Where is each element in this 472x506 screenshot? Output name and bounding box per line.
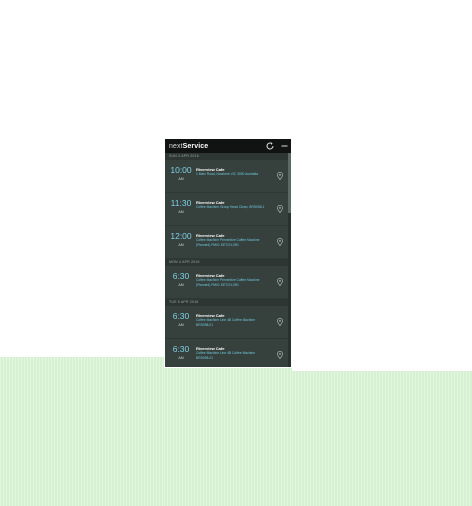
map-pin-icon[interactable] (277, 318, 283, 326)
appointment-ampm: AM (178, 243, 184, 247)
appointment-ampm: AM (178, 356, 184, 360)
appointment-time: 11:30 (170, 198, 192, 208)
schedule-row[interactable]: 11:30 AM Riverview Cafe Coffee Machine Grou… (165, 193, 291, 226)
job-details: Coffee Machine Preventive Coffee Machine… (196, 238, 260, 247)
scrollbar-thumb[interactable] (288, 153, 291, 213)
brand-bold-text: Service (182, 142, 209, 150)
appointment-time: 6:30 (172, 311, 190, 321)
map-pin-icon[interactable] (277, 238, 283, 246)
background-region-left (0, 357, 164, 506)
date-header: SUN 3 APR 2016 (165, 153, 291, 160)
appointment-ampm: AM (178, 323, 184, 327)
job-details: Coffee Machine Line 4B Coffee Machine BR… (196, 351, 256, 360)
job-details: Coffee Machine Group Head Clean, BRS098-… (196, 205, 265, 209)
date-header: MON 4 APR 2016 (165, 259, 291, 266)
schedule-row[interactable]: 12:00 AM Riverview Cafe Coffee Machine Prev… (165, 226, 291, 259)
app-bar-actions (265, 141, 288, 151)
job-details: Coffee Machine Line 4B Coffee Machine BR… (196, 318, 256, 327)
appointment-time: 6:30 (172, 271, 190, 281)
brand-light-text: next (169, 142, 183, 150)
app-brand: nextService (169, 143, 208, 150)
map-pin-icon[interactable] (277, 172, 283, 180)
job-details: Coffee Machine Preventive Coffee Machine… (196, 278, 260, 287)
appointment-ampm: AM (178, 283, 184, 287)
appointment-time: 6:30 (172, 344, 190, 354)
date-header: TUE 5 APR 2016 (165, 299, 291, 306)
schedule-row[interactable]: 6:30 AM Riverview Cafe Coffee Machine Line … (165, 339, 291, 367)
map-pin-icon[interactable] (277, 205, 283, 213)
appointment-time: 12:00 (170, 231, 192, 241)
appointment-ampm: AM (178, 177, 184, 181)
schedule-row[interactable]: 6:30 AM Riverview Cafe Coffee Machine Line … (165, 306, 291, 339)
schedule-row[interactable]: 6:30 AM Riverview Cafe Coffee Machine Preve… (165, 266, 291, 299)
map-pin-icon[interactable] (277, 351, 283, 359)
phone-screen: nextService SUN 3 APR 2016 10:00 AM Rivervi… (165, 139, 291, 367)
background-region-middle (164, 368, 292, 506)
vertical-menu-icon[interactable] (281, 141, 288, 151)
refresh-icon[interactable] (265, 141, 275, 151)
app-bar: nextService (165, 139, 291, 153)
appointment-ampm: AM (178, 210, 184, 214)
schedule-list: SUN 3 APR 2016 10:00 AM Riverview Cafe 1 Mai… (165, 153, 291, 367)
background-region-right (292, 371, 472, 506)
appointment-time: 10:00 (170, 165, 192, 175)
schedule-row[interactable]: 10:00 AM Riverview Cafe 1 Main Road, Nowher… (165, 160, 291, 193)
job-details: 1 Main Road, Nowhere VIC 3000 Australia (196, 172, 258, 176)
map-pin-icon[interactable] (277, 278, 283, 286)
